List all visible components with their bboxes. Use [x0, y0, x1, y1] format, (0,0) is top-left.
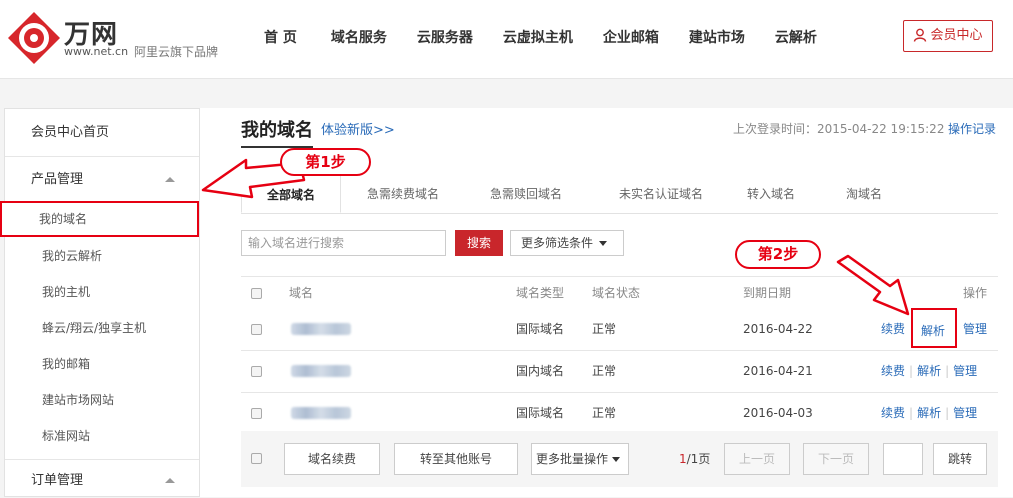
resolve-link[interactable]: 解析 [921, 322, 945, 339]
annotation-arrows [201, 158, 910, 316]
step2-callout: 第2步 [735, 240, 821, 269]
resolve-link-highlight: 解析 [911, 308, 957, 348]
step1-callout: 第1步 [280, 148, 371, 176]
step2-arrow [836, 254, 910, 316]
